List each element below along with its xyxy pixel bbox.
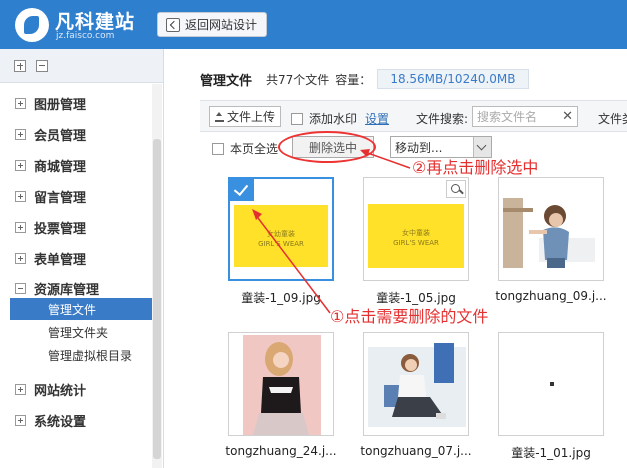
sidebar-item-statistics[interactable]: 网站统计 (0, 376, 162, 402)
thumb-caption-line: GIRL'S WEAR (258, 240, 304, 248)
sidebar-subitem-manage-files[interactable]: 管理文件 (10, 298, 152, 320)
file-name: tongzhuang_09.j... (495, 289, 607, 303)
thumb-image: 女中童装 GIRL'S WEAR (368, 204, 464, 268)
capacity-value: 18.56MB/10240.0MB (377, 69, 529, 89)
plus-icon[interactable] (15, 97, 26, 109)
sidebar-item-label: 资源库管理 (34, 282, 100, 298)
top-header: 凡科建站 jz.faisco.com 返回网站设计 (0, 0, 627, 49)
capacity-label: 容量： (335, 72, 372, 87)
zoom-icon[interactable] (446, 180, 466, 198)
watermark-option: 添加水印 设置 (291, 110, 389, 127)
minus-icon[interactable] (15, 282, 26, 294)
plus-icon[interactable] (15, 128, 26, 140)
scrollbar-thumb[interactable] (153, 139, 161, 459)
file-thumb-5[interactable] (363, 332, 469, 436)
sidebar-item-members[interactable]: 会员管理 (0, 121, 162, 147)
select-all-checkbox[interactable] (212, 142, 224, 155)
watermark-settings-link[interactable]: 设置 (365, 110, 389, 127)
sidebar-subitem-manage-folders[interactable]: 管理文件夹 (10, 321, 152, 343)
highlight-oval (278, 131, 376, 163)
annotation-step-2: ②再点击删除选中 (412, 158, 539, 177)
sidebar-item-label: 投票管理 (34, 221, 87, 237)
sidebar-item-messages[interactable]: 留言管理 (0, 183, 162, 209)
page-title: 管理文件 (200, 73, 253, 89)
thumb-image: 女幼童装 GIRL'S WEAR (234, 205, 328, 267)
upload-file-button[interactable]: 文件上传 (209, 106, 282, 127)
file-name: 童装-1_01.jpg (511, 446, 591, 460)
sidebar-subitem-virtual-root[interactable]: 管理虚拟根目录 (10, 344, 152, 366)
thumb-caption-line: 女中童装 (402, 229, 430, 237)
sidebar-item-settings[interactable]: 系统设置 (0, 407, 162, 433)
back-to-design-button[interactable]: 返回网站设计 (157, 12, 268, 37)
watermark-label: 添加水印 (309, 112, 358, 126)
file-thumb-1[interactable]: 女幼童装 GIRL'S WEAR (228, 177, 334, 281)
expand-all-icon[interactable] (14, 60, 26, 72)
file-name: tongzhuang_24.j... (225, 444, 337, 458)
file-type-label: 文件类 (598, 112, 627, 126)
sidebar-item-album[interactable]: 图册管理 (0, 90, 162, 116)
sidebar-item-votes[interactable]: 投票管理 (0, 214, 162, 240)
plus-icon[interactable] (15, 190, 26, 202)
collapse-all-icon[interactable] (36, 60, 48, 72)
sidebar-toolbar (0, 49, 163, 83)
file-name: 童装-1_09.jpg (241, 291, 321, 305)
search-input[interactable] (473, 107, 557, 126)
upload-button-label: 文件上传 (227, 110, 276, 124)
selected-check-icon[interactable] (230, 179, 254, 201)
sidebar-item-forms[interactable]: 表单管理 (0, 245, 162, 271)
back-button-label: 返回网站设计 (185, 18, 258, 32)
sidebar: 图册管理 会员管理 商城管理 留言管理 投票管理 表单管理 资源库管理 管理文件… (0, 49, 164, 468)
brand-domain: jz.faisco.com (56, 31, 115, 41)
upload-icon (215, 111, 224, 122)
thumb-caption: 女中童装 GIRL'S WEAR (368, 228, 464, 248)
thumb-image (229, 333, 333, 435)
plus-icon[interactable] (15, 414, 26, 426)
watermark-checkbox[interactable] (291, 112, 303, 125)
sidebar-item-label: 表单管理 (34, 252, 87, 268)
file-thumb-2[interactable]: 女中童装 GIRL'S WEAR (363, 177, 469, 281)
thumb-image (499, 178, 603, 280)
search-label: 文件搜索: (416, 112, 469, 126)
select-all-option[interactable]: 本页全选 (212, 140, 278, 157)
sidebar-scrollbar[interactable] (152, 84, 162, 468)
move-to-value: 移动到... (395, 140, 443, 155)
thumb-caption-line: 女幼童装 (267, 230, 295, 238)
plus-icon[interactable] (15, 221, 26, 233)
file-thumb-6[interactable] (498, 332, 604, 436)
thumb-caption: 女幼童装 GIRL'S WEAR (234, 229, 328, 249)
sidebar-item-label: 商城管理 (34, 159, 87, 175)
file-toolbar: 文件上传 添加水印 设置 文件搜索: ✕ 文件类 (200, 100, 627, 132)
file-summary: 管理文件 共77个文件 容量： 18.56MB/10240.0MB (200, 69, 529, 89)
brand-name[interactable]: 凡科建站 (55, 7, 135, 34)
file-thumb-3[interactable] (498, 177, 604, 281)
thumb-caption-line: GIRL'S WEAR (393, 239, 439, 247)
plus-icon[interactable] (15, 383, 26, 395)
back-arrow-icon (166, 17, 180, 32)
brand-logo-icon[interactable] (15, 8, 49, 42)
file-thumb-4[interactable] (228, 332, 334, 436)
thumb-image (364, 333, 468, 435)
sidebar-item-label: 网站统计 (34, 383, 87, 399)
plus-icon[interactable] (15, 252, 26, 264)
sidebar-item-mall[interactable]: 商城管理 (0, 152, 162, 178)
sidebar-item-label: 系统设置 (34, 414, 87, 430)
sidebar-item-label: 会员管理 (34, 128, 87, 144)
plus-icon[interactable] (15, 159, 26, 171)
clear-search-icon[interactable]: ✕ (562, 109, 573, 124)
file-count: 共77个文件 (266, 72, 330, 87)
thumb-image (499, 333, 603, 435)
annotation-step-1: ①点击需要删除的文件 (330, 307, 489, 326)
select-all-label: 本页全选 (230, 142, 279, 156)
search-field[interactable]: ✕ (472, 106, 578, 127)
sidebar-item-label: 留言管理 (34, 190, 87, 206)
sidebar-item-label: 图册管理 (34, 97, 87, 113)
file-name: tongzhuang_07.j... (360, 444, 472, 458)
